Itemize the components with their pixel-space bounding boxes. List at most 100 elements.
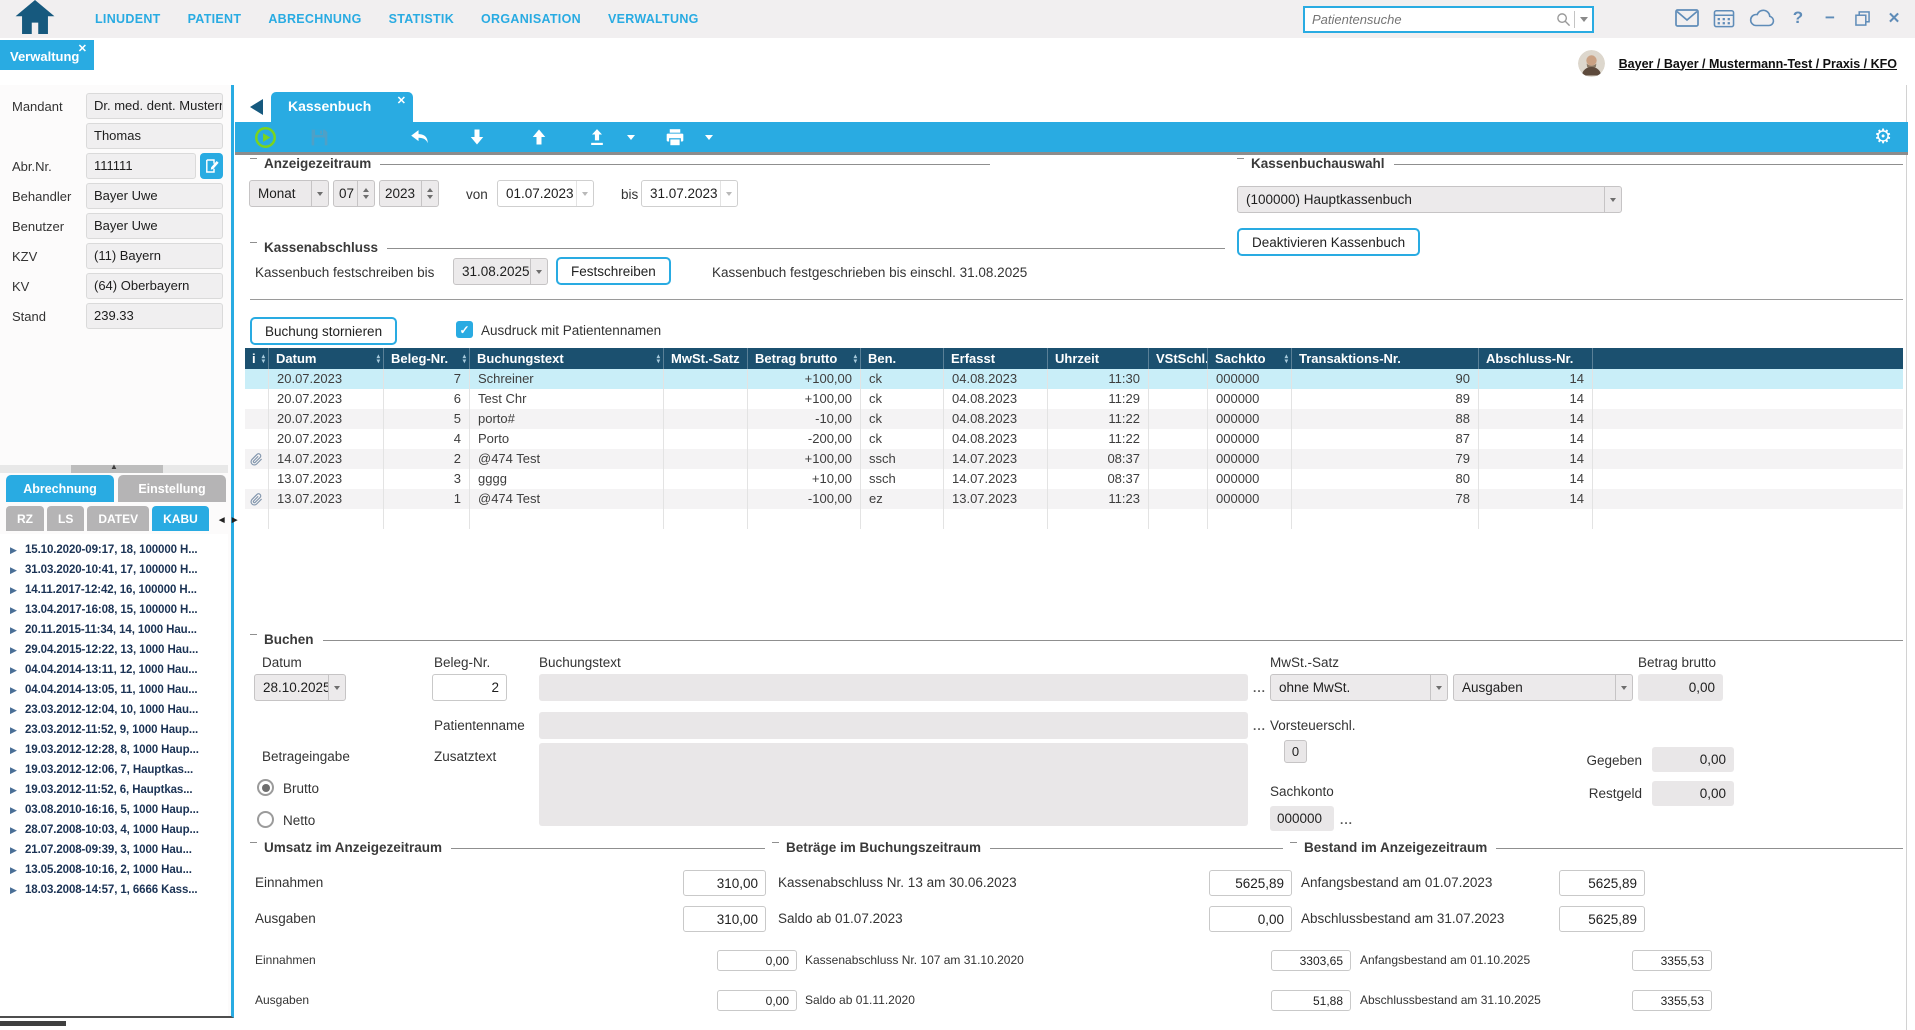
field-value[interactable]: Dr. med. dent. Musterma	[86, 93, 223, 119]
period-type-select[interactable]: Monat	[249, 180, 329, 207]
table-row[interactable]: 20.07.20236Test Chr+100,00ck04.08.202311…	[245, 389, 1903, 409]
expand-arrow-icon[interactable]	[10, 645, 19, 656]
list-item[interactable]: 14.11.2017-12:42, 16, 100000 H...	[0, 580, 228, 600]
export-caret[interactable]	[619, 124, 643, 150]
column-header-beleg-nr-[interactable]: Beleg-Nr.▴▾	[384, 348, 470, 369]
column-header-transaktions-nr-[interactable]: Transaktions-Nr.	[1292, 348, 1479, 369]
buchen-datum-field[interactable]: 28.10.2025	[254, 674, 346, 701]
field-value[interactable]: 239.33	[86, 303, 223, 329]
expand-arrow-icon[interactable]	[10, 565, 19, 576]
expand-arrow-icon[interactable]	[10, 865, 19, 876]
field-value[interactable]: (64) Oberbayern	[86, 273, 223, 299]
list-item[interactable]: 03.08.2010-16:16, 5, 1000 Haup...	[0, 800, 228, 820]
table-row[interactable]: 14.07.20232@474 Test+100,00ssch14.07.202…	[245, 449, 1903, 469]
sidebar-tab-einstellung[interactable]: Einstellung	[118, 475, 226, 502]
search-icon[interactable]	[1552, 8, 1574, 31]
sort-arrows-icon[interactable]: ▴▾	[1282, 354, 1288, 364]
expand-arrow-icon[interactable]	[10, 625, 19, 636]
sort-arrows-icon[interactable]: ▴▾	[374, 354, 380, 364]
tab-scroll-right-icon[interactable]: ►	[230, 515, 240, 526]
column-header-ben-[interactable]: Ben.	[861, 348, 944, 369]
expand-arrow-icon[interactable]	[10, 725, 19, 736]
year-stepper[interactable]: 2023	[379, 180, 439, 207]
expand-arrow-icon[interactable]	[10, 885, 19, 896]
sidebar-subtab-kabu[interactable]: KABU	[152, 506, 209, 531]
save-icon[interactable]	[307, 124, 331, 150]
cloud-icon[interactable]	[1749, 7, 1775, 29]
column-header-vstschl-[interactable]: VStSchl.	[1149, 348, 1208, 369]
date-from-field[interactable]: 01.07.2023	[497, 180, 594, 207]
expand-arrow-icon[interactable]	[10, 825, 19, 836]
brutto-radio[interactable]	[257, 779, 274, 796]
column-header-abschluss-nr-[interactable]: Abschluss-Nr.	[1479, 348, 1593, 369]
buchungstext-field[interactable]	[539, 674, 1248, 701]
list-item[interactable]: 18.03.2008-14:57, 1, 6666 Kass...	[0, 880, 228, 900]
expand-arrow-icon[interactable]	[10, 765, 19, 776]
field-value[interactable]: Bayer Uwe	[86, 183, 223, 209]
list-item[interactable]: 20.11.2015-11:34, 14, 1000 Hau...	[0, 620, 228, 640]
tab-scroll-left-icon[interactable]: ◄	[217, 515, 227, 526]
column-header-mwst-satz[interactable]: MwSt.-Satz	[664, 348, 748, 369]
edit-button[interactable]	[200, 153, 223, 179]
sort-arrows-icon[interactable]: ▴▾	[460, 354, 466, 364]
calendar-icon[interactable]	[1713, 7, 1735, 29]
list-item[interactable]: 21.07.2008-09:39, 3, 1000 Hau...	[0, 840, 228, 860]
list-item[interactable]: 04.04.2014-13:05, 11, 1000 Hau...	[0, 680, 228, 700]
sidebar-subtab-ls[interactable]: LS	[47, 506, 84, 531]
menu-item-statistik[interactable]: STATISTIK	[389, 12, 454, 26]
expand-arrow-icon[interactable]	[10, 685, 19, 696]
column-header-betrag-brutto[interactable]: Betrag brutto▴▾	[748, 348, 861, 369]
column-header-i[interactable]: i▴▾	[245, 348, 269, 369]
expand-arrow-icon[interactable]	[10, 585, 19, 596]
ellipsis-button[interactable]	[1253, 681, 1266, 695]
netto-radio[interactable]	[257, 811, 274, 828]
sidebar-tab-abrechnung[interactable]: Abrechnung	[6, 475, 114, 502]
undo-icon[interactable]	[407, 124, 431, 150]
user-context-link[interactable]: Bayer / Bayer / Mustermann-Test / Praxis…	[1619, 57, 1897, 71]
restgeld-field[interactable]: 0,00	[1652, 781, 1734, 806]
list-item[interactable]: 19.03.2012-12:06, 7, Hauptkas...	[0, 760, 228, 780]
sort-arrows-icon[interactable]: ▴▾	[654, 354, 660, 364]
expand-arrow-icon[interactable]	[10, 745, 19, 756]
expand-arrow-icon[interactable]	[10, 665, 19, 676]
list-item[interactable]: 15.10.2020-09:17, 18, 100000 H...	[0, 540, 228, 560]
list-item[interactable]: 31.03.2020-10:41, 17, 100000 H...	[0, 560, 228, 580]
field-value[interactable]: (11) Bayern	[86, 243, 223, 269]
table-row[interactable]: 13.07.20231@474 Test-100,00ez13.07.20231…	[245, 489, 1903, 509]
mail-icon[interactable]	[1675, 7, 1699, 29]
date-to-field[interactable]: 31.07.2023	[641, 180, 738, 207]
column-header-datum[interactable]: Datum▴▾	[269, 348, 384, 369]
list-item[interactable]: 23.03.2012-12:04, 10, 1000 Hau...	[0, 700, 228, 720]
menu-item-patient[interactable]: PATIENT	[188, 12, 242, 26]
patientenname-field[interactable]	[539, 712, 1248, 739]
expand-arrow-icon[interactable]	[10, 805, 19, 816]
splitter-handle[interactable]	[0, 465, 228, 473]
betrag-brutto-field[interactable]: 0,00	[1638, 674, 1723, 701]
sachkonto-field[interactable]: 000000	[1270, 806, 1334, 831]
list-item[interactable]: 28.07.2008-10:03, 4, 1000 Haup...	[0, 820, 228, 840]
mwst-select[interactable]: ohne MwSt.	[1270, 674, 1448, 701]
list-item[interactable]: 19.03.2012-12:28, 8, 1000 Haup...	[0, 740, 228, 760]
run-icon[interactable]	[253, 124, 277, 150]
sort-arrows-icon[interactable]: ▴▾	[259, 354, 265, 364]
help-icon[interactable]: ?	[1789, 7, 1807, 29]
column-header-sachkto[interactable]: Sachkto▴▾	[1208, 348, 1292, 369]
expand-arrow-icon[interactable]	[10, 605, 19, 616]
list-item[interactable]: 04.04.2014-13:11, 12, 1000 Hau...	[0, 660, 228, 680]
sidebar-subtab-rz[interactable]: RZ	[6, 506, 44, 531]
menu-item-linudent[interactable]: LINUDENT	[95, 12, 161, 26]
deaktivieren-kassenbuch-button[interactable]: Deaktivieren Kassenbuch	[1237, 228, 1420, 256]
list-item[interactable]: 19.03.2012-11:52, 6, Hauptkas...	[0, 780, 228, 800]
home-button[interactable]	[14, 2, 56, 37]
list-item[interactable]: 13.04.2017-16:08, 15, 100000 H...	[0, 600, 228, 620]
tab-verwaltung[interactable]: Verwaltung	[0, 40, 94, 70]
move-down-icon[interactable]	[465, 124, 489, 150]
vorsteuer-field[interactable]: 0	[1284, 740, 1307, 763]
patient-search[interactable]	[1303, 6, 1594, 33]
print-icon[interactable]	[663, 124, 687, 150]
export-icon[interactable]	[585, 124, 609, 150]
chevron-down-icon[interactable]	[1575, 8, 1592, 31]
close-icon[interactable]	[397, 94, 406, 107]
ausdruck-checkbox[interactable]	[456, 321, 473, 338]
list-item[interactable]: 29.04.2015-12:22, 13, 1000 Hau...	[0, 640, 228, 660]
